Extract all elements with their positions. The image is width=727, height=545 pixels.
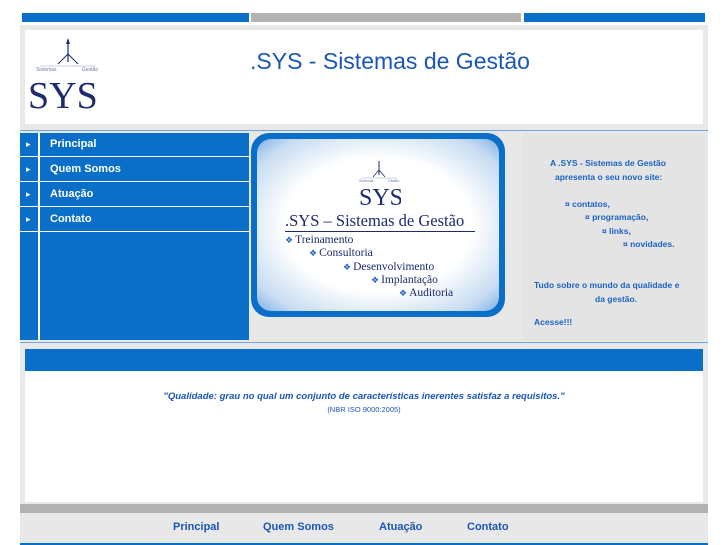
divider-upper (20, 130, 708, 131)
banner-logo-small-right: Gestão (388, 179, 399, 183)
nav-item-label: Atuação (50, 188, 94, 200)
top-stripe-left (22, 13, 249, 22)
nav-item-label: Quem Somos (50, 163, 121, 175)
nav-item-contato[interactable]: ▸ Contato (20, 208, 249, 232)
service-auditoria: ❖ Auditoria (399, 287, 454, 299)
sys-logo: Sistemas Gestão SYS (28, 36, 108, 117)
service-consultoria: ❖ Consultoria (309, 247, 373, 259)
top-stripe-right (524, 13, 705, 22)
arrow-bullet-icon: ▸ (26, 215, 31, 225)
footer-nav: Principal Quem Somos Atuação Contato (20, 513, 708, 543)
diamond-bullet-icon: ❖ (371, 275, 380, 285)
info-line-1: A .SYS - Sistemas de Gestão (550, 158, 666, 168)
info-line-3: Tudo sobre o mundo da qualidade e (534, 280, 680, 290)
top-stripe-middle (251, 13, 521, 22)
info-panel: A .SYS - Sistemas de Gestão apresenta o … (523, 133, 705, 340)
footer-link-contato[interactable]: Contato (467, 521, 509, 533)
info-item-novidades: ¤ novidades. (623, 239, 675, 249)
service-treinamento: ❖ Treinamento (285, 234, 354, 246)
service-implantacao: ❖ Implantação (371, 274, 438, 286)
nav-item-label: Contato (50, 213, 92, 225)
quality-quote: "Qualidade: grau no qual um conjunto de … (163, 391, 565, 402)
banner-panel: Sistemas Gestão SYS .SYS – Sistemas de G… (257, 139, 499, 311)
info-line-5: Acesse!!! (534, 317, 573, 327)
arrow-bullet-icon: ▸ (26, 140, 31, 150)
info-item-contatos: ¤ contatos, (565, 199, 610, 209)
nav-item-atuacao[interactable]: ▸ Atuação (20, 183, 249, 207)
service-desenvolvimento: ❖ Desenvolvimento (343, 261, 435, 273)
info-line-4: da gestão. (595, 294, 638, 304)
banner-logo-text: SYS (359, 185, 401, 207)
services-banner: Sistemas Gestão SYS .SYS – Sistemas de G… (251, 133, 505, 317)
banner-underline (285, 231, 475, 232)
nav-item-label: Principal (50, 138, 97, 150)
logo-text: SYS (28, 75, 98, 112)
diamond-bullet-icon: ❖ (343, 262, 352, 272)
footer-link-atuacao[interactable]: Atuação (379, 521, 422, 533)
banner-logo-small-left: Sistemas (359, 179, 374, 183)
logo-small-right: Gestão (82, 67, 98, 73)
footer-bar (20, 504, 708, 513)
info-item-links: ¤ links, (602, 226, 631, 236)
diamond-bullet-icon: ❖ (399, 288, 408, 298)
header (25, 30, 703, 124)
logo-small-left: Sistemas (36, 67, 57, 73)
info-line-2: apresenta o seu novo site: (555, 172, 663, 182)
site-title: .SYS - Sistemas de Gestão (250, 48, 530, 74)
info-item-programacao: ¤ programação, (585, 212, 649, 222)
left-nav: ▸ Principal ▸ Quem Somos ▸ Atuação ▸ Con… (20, 133, 249, 340)
nav-item-quem-somos[interactable]: ▸ Quem Somos (20, 158, 249, 182)
arrow-bullet-icon: ▸ (26, 165, 31, 175)
nav-item-principal[interactable]: ▸ Principal (20, 133, 249, 157)
arrow-bullet-icon: ▸ (26, 190, 31, 200)
divider-lower (20, 342, 708, 343)
diamond-bullet-icon: ❖ (309, 248, 318, 258)
footer-link-quem-somos[interactable]: Quem Somos (263, 521, 334, 533)
quote-source: (NBR ISO 9000:2005) (327, 405, 401, 414)
diamond-bullet-icon: ❖ (285, 235, 294, 245)
blue-band (25, 349, 703, 371)
banner-title: .SYS – Sistemas de Gestão (285, 211, 465, 230)
footer-link-principal[interactable]: Principal (173, 521, 219, 533)
banner-sys-logo: Sistemas Gestão SYS (357, 159, 403, 211)
